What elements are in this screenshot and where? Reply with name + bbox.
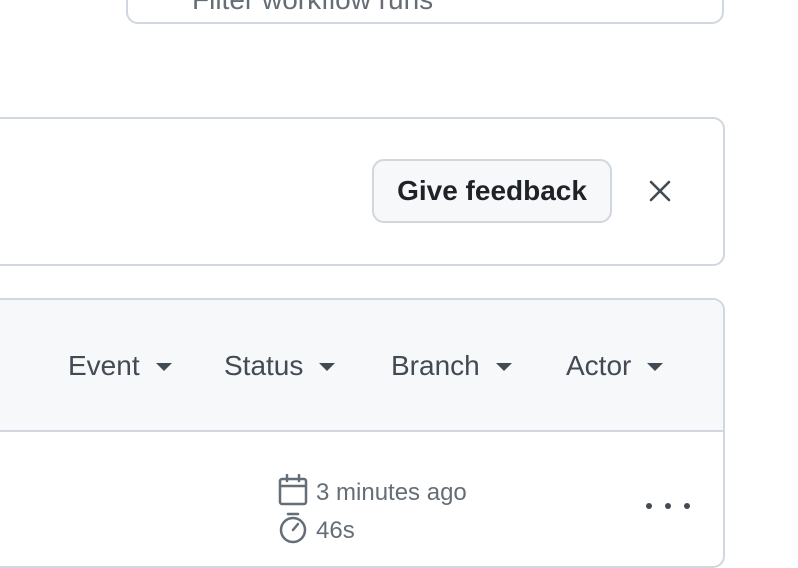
stopwatch-icon	[278, 512, 316, 551]
run-duration-value: 46s	[316, 517, 355, 544]
close-icon	[649, 180, 671, 205]
run-duration: 46s	[278, 512, 355, 551]
run-options-button[interactable]	[646, 494, 690, 518]
event-filter-label: Event	[68, 350, 140, 381]
kebab-horizontal-icon-dot	[684, 503, 690, 509]
triangle-down-icon	[319, 363, 336, 371]
status-filter-label: Status	[224, 350, 304, 381]
event-filter-dropdown[interactable]: Event	[68, 346, 172, 386]
status-filter-dropdown[interactable]: Status	[224, 346, 336, 386]
actor-filter-dropdown[interactable]: Actor	[566, 346, 664, 386]
workflow-runs-list: Event Status Branch Actor	[0, 298, 725, 568]
filter-search-box[interactable]	[126, 0, 724, 24]
close-banner-button[interactable]	[640, 172, 680, 212]
search-icon	[144, 0, 178, 17]
branch-filter-dropdown[interactable]: Branch	[391, 346, 512, 386]
give-feedback-button[interactable]: Give feedback	[372, 159, 612, 223]
kebab-horizontal-icon-dot	[646, 503, 652, 509]
actor-filter-label: Actor	[566, 350, 632, 381]
calendar-icon	[278, 473, 316, 513]
run-time-ago: 3 minutes ago	[316, 479, 467, 506]
kebab-horizontal-icon-dot	[665, 503, 671, 509]
filter-workflow-runs-input[interactable]	[192, 0, 712, 20]
triangle-down-icon	[155, 363, 172, 371]
runs-list-header: Event Status Branch Actor	[0, 300, 723, 432]
feedback-banner	[0, 117, 725, 266]
triangle-down-icon	[495, 363, 512, 371]
run-timestamp: 3 minutes ago	[278, 473, 467, 513]
branch-filter-label: Branch	[391, 350, 480, 381]
triangle-down-icon	[647, 363, 664, 371]
